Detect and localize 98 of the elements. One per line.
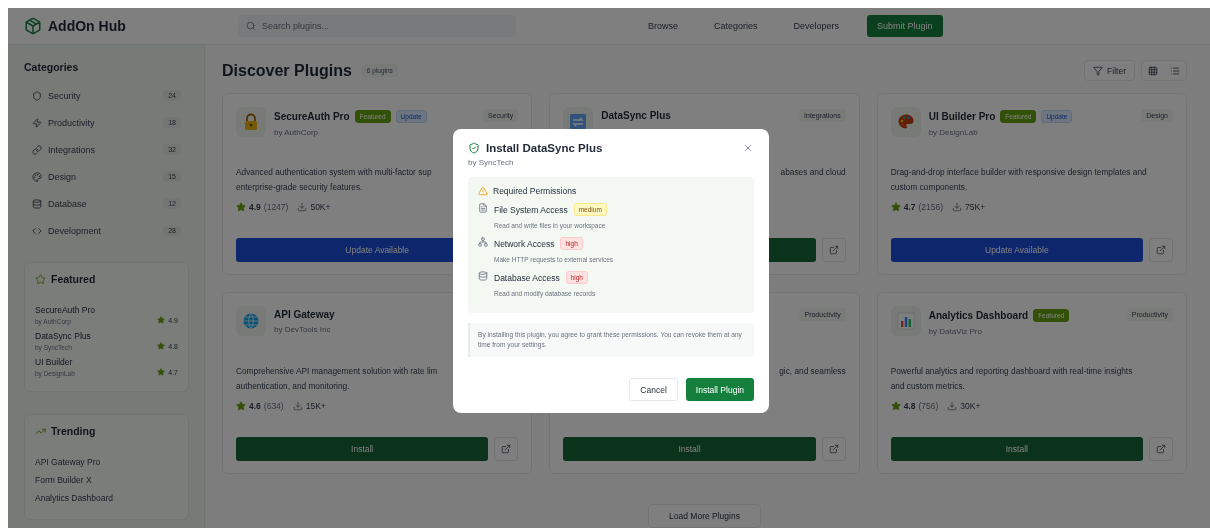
link-icon: [32, 144, 42, 155]
open-external-button[interactable]: [1149, 437, 1173, 462]
submit-plugin-button[interactable]: Submit Plugin: [867, 15, 943, 37]
permissions-title: Required Permissions: [493, 186, 577, 196]
external-link-icon: [828, 245, 839, 256]
install-button[interactable]: Install: [563, 437, 816, 462]
filter-button[interactable]: Filter: [1084, 60, 1135, 82]
nav-link[interactable]: Categories: [698, 17, 774, 35]
permission-name: Database Access: [494, 272, 560, 283]
plugin-description: Powerful analytics and reporting dashboard with real-time insights and custom metrics.: [890, 365, 1133, 394]
install-button[interactable]: Install: [890, 437, 1143, 462]
palette-icon: [32, 171, 42, 182]
download-icon: [952, 202, 963, 213]
update-button[interactable]: Update Available: [890, 238, 1143, 263]
globe-icon: [242, 312, 260, 331]
plugin-title: API Gateway: [274, 309, 335, 321]
external-link-icon: [501, 444, 512, 455]
load-more-button[interactable]: Load More Plugins: [648, 504, 761, 528]
plugin-title: SecureAuth Pro: [274, 111, 350, 123]
star-icon: [157, 342, 166, 350]
grid-icon: [1148, 65, 1158, 76]
download-count: 50K+: [310, 202, 331, 213]
plugin-description: Drag-and-drop interface builder with responsive design templates and custom components.: [890, 166, 1147, 195]
warning-icon: [478, 186, 488, 196]
plugin-description: Comprehensive API management solution with rate lim authentication, and monitoring.: [236, 365, 438, 394]
plugin-title: DataSync Plus: [601, 110, 671, 122]
download-icon: [947, 401, 958, 412]
lightning-icon: [32, 117, 42, 128]
bar-chart-icon: [896, 312, 915, 331]
search-field[interactable]: Search plugins...: [238, 15, 516, 37]
panel-title: Trending: [51, 425, 96, 437]
featured-plugin-name[interactable]: UI Builder: [35, 357, 178, 367]
external-link-icon: [1156, 245, 1166, 256]
download-icon: [292, 401, 303, 412]
dialog-subtitle: by SyncTech: [468, 158, 515, 167]
trending-item[interactable]: Form Builder X: [35, 475, 178, 485]
star-icon: [890, 401, 901, 412]
install-button[interactable]: Install: [236, 437, 489, 462]
nav-link[interactable]: Browse: [632, 17, 694, 35]
plugin-title: Analytics Dashboard: [928, 310, 1029, 322]
open-external-button[interactable]: [494, 437, 519, 462]
rating: 4.8: [903, 401, 916, 412]
open-external-button[interactable]: [1149, 238, 1173, 263]
document-icon: [478, 203, 488, 213]
star-icon: [236, 202, 246, 213]
padlock-icon: [242, 113, 260, 132]
external-link-icon: [1156, 444, 1166, 455]
dialog-title: Install DataSync Plus: [486, 142, 603, 154]
star-icon: [157, 316, 166, 324]
download-count: 15K+: [305, 401, 326, 412]
star-icon: [35, 273, 46, 285]
rating: 4.7: [903, 202, 916, 213]
database-icon: [478, 271, 488, 281]
download-icon: [297, 202, 308, 213]
plugin-description: abases and cloud: [780, 166, 846, 180]
review-count: (2156): [918, 202, 944, 213]
review-count: (1247): [263, 202, 289, 213]
panel-title: Featured: [51, 273, 96, 285]
plugin-title: UI Builder Pro: [928, 111, 996, 123]
star-icon: [236, 401, 246, 412]
star-icon: [890, 202, 901, 213]
rating: 4.6: [249, 401, 261, 412]
shield-icon: [468, 142, 480, 154]
plugin-description: gic, and seamless: [779, 365, 846, 379]
review-count: (756): [918, 401, 939, 412]
close-icon: [743, 143, 753, 153]
star-icon: [157, 368, 166, 376]
permission-name: File System Access: [494, 204, 568, 215]
install-plugin-button[interactable]: Install Plugin: [685, 378, 754, 401]
trending-item[interactable]: API Gateway Pro: [35, 457, 178, 467]
external-link-icon: [828, 444, 839, 455]
plugin-description: Advanced authentication system with multi-factor sup enterprise-grade security features.: [236, 166, 432, 195]
list-icon: [1170, 65, 1180, 76]
search-icon: [246, 21, 256, 31]
cancel-button[interactable]: Cancel: [629, 378, 678, 401]
shield-icon: [32, 90, 42, 101]
nav-link[interactable]: Developers: [777, 17, 856, 35]
brand-name: AddOn Hub: [48, 18, 126, 34]
open-external-button[interactable]: [821, 437, 846, 462]
download-count: 75K+: [965, 202, 986, 213]
rating: 4.9: [249, 202, 261, 213]
database-icon: [32, 198, 42, 209]
plugin-author: by AuthCorp: [274, 128, 320, 138]
download-count: 30K+: [960, 401, 981, 412]
featured-plugin-name[interactable]: DataSync Plus: [35, 331, 178, 341]
package-icon: [24, 17, 42, 35]
plugin-author: by DesignLab: [928, 128, 979, 138]
page-title: Discover Plugins: [222, 61, 352, 80]
close-button[interactable]: [742, 142, 754, 154]
code-icon: [32, 225, 42, 236]
sidebar-title: Categories: [24, 61, 80, 73]
open-external-button[interactable]: [821, 238, 846, 263]
filter-icon: [1093, 65, 1104, 76]
review-count: (634): [263, 401, 284, 412]
featured-plugin-name[interactable]: SecureAuth Pro: [35, 305, 178, 315]
trending-item[interactable]: Analytics Dashboard: [35, 493, 178, 503]
network-icon: [478, 237, 488, 247]
plugin-author: by DataViz Pro: [928, 327, 983, 337]
